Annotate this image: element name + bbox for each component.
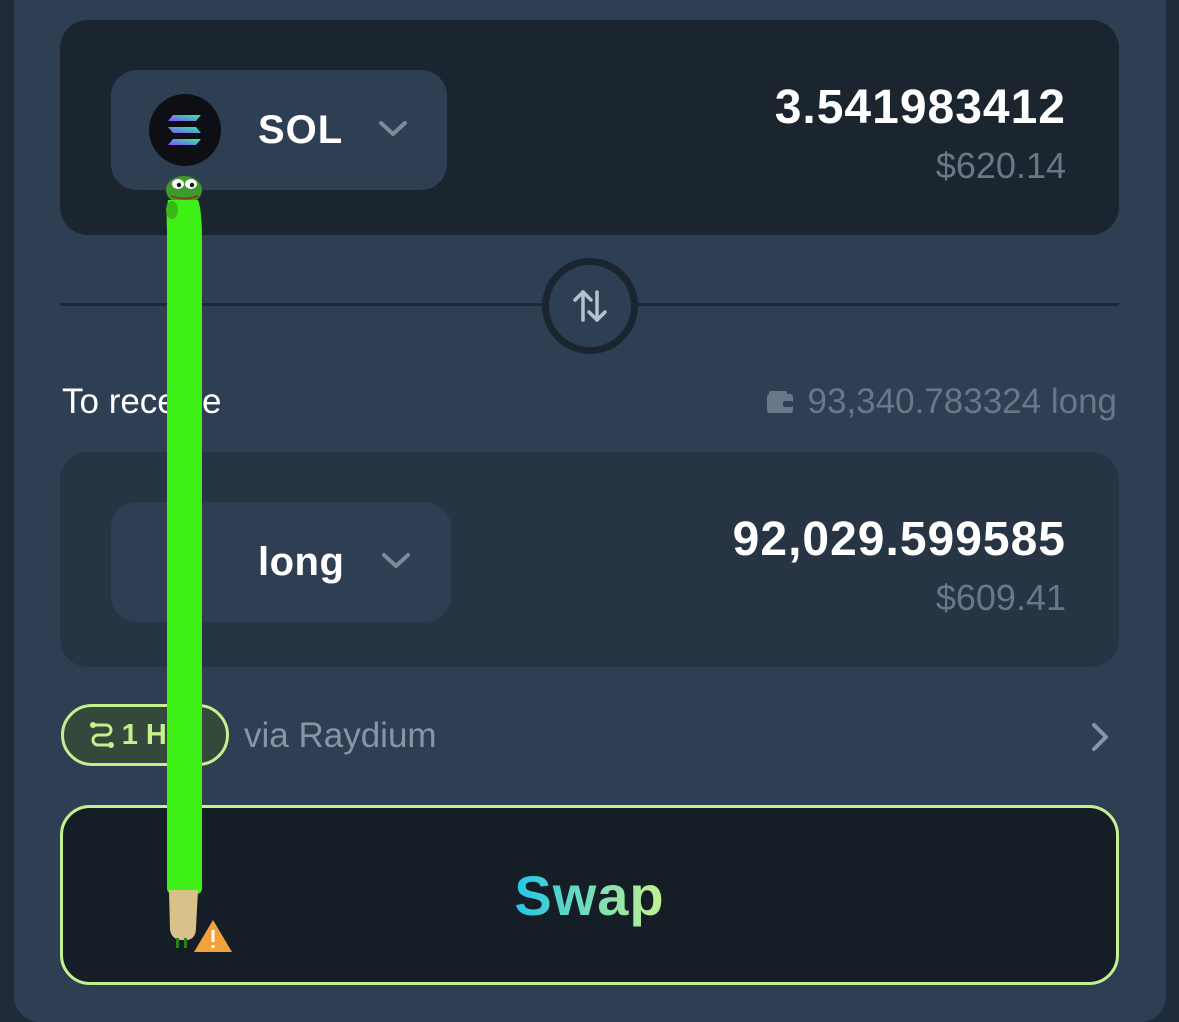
route-via-text: via Raydium bbox=[244, 716, 437, 755]
wallet-balance: 93,340.783324 long bbox=[766, 382, 1117, 422]
wallet-balance-text: 93,340.783324 long bbox=[807, 382, 1117, 421]
solana-logo-icon bbox=[149, 94, 221, 166]
route-icon bbox=[89, 722, 114, 748]
pay-token-symbol: SOL bbox=[258, 108, 344, 152]
receive-usd-value: $609.41 bbox=[935, 577, 1066, 618]
wallet-icon bbox=[766, 391, 793, 413]
pepe-meme-sticker bbox=[166, 176, 232, 952]
chevron-down-icon bbox=[382, 553, 410, 568]
pay-usd-value: $620.14 bbox=[935, 145, 1066, 186]
warning-icon bbox=[194, 920, 232, 952]
switch-direction-button[interactable] bbox=[542, 258, 638, 354]
receive-token-symbol: long bbox=[258, 540, 345, 584]
chevron-down-icon bbox=[379, 121, 407, 136]
swap-arrows-icon bbox=[573, 290, 607, 322]
swap-button-label: Swap bbox=[514, 863, 665, 927]
chevron-right-icon[interactable] bbox=[1088, 720, 1112, 754]
pay-amount[interactable]: 3.541983412 bbox=[775, 80, 1066, 135]
receive-amount: 92,029.599585 bbox=[732, 513, 1066, 566]
